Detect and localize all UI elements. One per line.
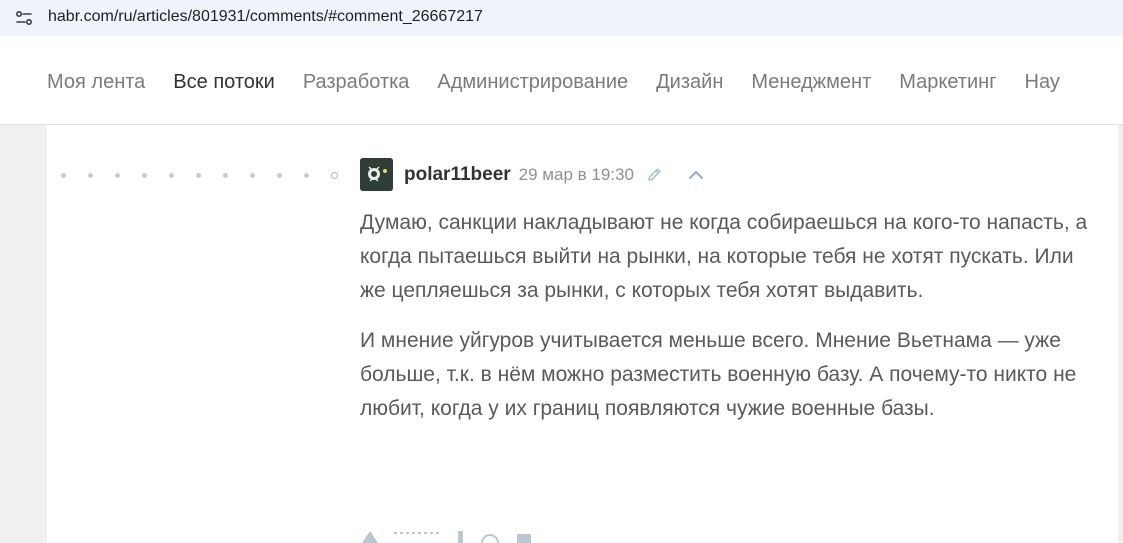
thread-dot-current — [331, 172, 338, 179]
thread-dot — [304, 173, 309, 178]
browser-address-bar: habr.com/ru/articles/801931/comments/#co… — [0, 0, 1123, 36]
thread-dot — [250, 173, 255, 178]
reply-icon[interactable] — [480, 531, 500, 543]
url-field[interactable]: habr.com/ru/articles/801931/comments/#co… — [0, 0, 1123, 36]
nav-item-management[interactable]: Менеджмент — [751, 71, 871, 94]
avatar-image-icon — [360, 158, 393, 191]
thread-dot — [196, 173, 201, 178]
comment-meta: polar11beer 29 мар в 19:30 — [360, 158, 1100, 191]
comment-actions — [360, 531, 534, 543]
thread-dot — [277, 173, 282, 178]
site-info-icon[interactable] — [14, 8, 34, 28]
nav-list: Моя лента Все потоки Разработка Админист… — [47, 71, 1060, 94]
thread-dot — [142, 173, 147, 178]
nav-item-development[interactable]: Разработка — [303, 71, 410, 94]
hub-navigation: Моя лента Все потоки Разработка Админист… — [0, 46, 1123, 125]
nav-item-marketing[interactable]: Маркетинг — [899, 71, 996, 94]
thread-dot — [169, 173, 174, 178]
nav-item-all-streams[interactable]: Все потоки — [173, 71, 275, 94]
page-background: polar11beer 29 мар в 19:30 Думаю, санкци… — [0, 125, 1123, 543]
nav-item-science[interactable]: Нау — [1025, 71, 1060, 94]
thread-dot — [61, 173, 66, 178]
comment-author[interactable]: polar11beer — [404, 164, 511, 186]
nav-item-design[interactable]: Дизайн — [656, 71, 723, 94]
thread-depth-indicator — [61, 172, 338, 179]
chevron-up-icon[interactable] — [687, 166, 705, 184]
comment: polar11beer 29 мар в 19:30 Думаю, санкци… — [360, 158, 1100, 426]
pencil-icon[interactable] — [646, 166, 663, 183]
thread-dot — [223, 173, 228, 178]
thread-dot — [115, 173, 120, 178]
nav-item-administration[interactable]: Администрирование — [437, 71, 628, 94]
avatar[interactable] — [360, 158, 393, 191]
url-text[interactable]: habr.com/ru/articles/801931/comments/#co… — [48, 8, 483, 26]
comment-paragraph: Думаю, санкции накладывают не когда соби… — [360, 211, 1088, 302]
nav-item-my-feed[interactable]: Моя лента — [47, 71, 145, 94]
comments-section: polar11beer 29 мар в 19:30 Думаю, санкци… — [47, 125, 1118, 543]
comment-paragraph: И мнение уйгуров учитывается меньше всег… — [360, 329, 1077, 420]
rating-placeholder-icon — [394, 532, 439, 534]
bookmark-icon[interactable] — [514, 531, 534, 543]
thread-dot — [88, 173, 93, 178]
vote-up-icon[interactable] — [360, 531, 380, 543]
comment-timestamp[interactable]: 29 мар в 19:30 — [519, 165, 634, 185]
comment-body: Думаю, санкции накладывают не когда соби… — [360, 206, 1100, 426]
vote-down-icon[interactable] — [454, 531, 466, 543]
